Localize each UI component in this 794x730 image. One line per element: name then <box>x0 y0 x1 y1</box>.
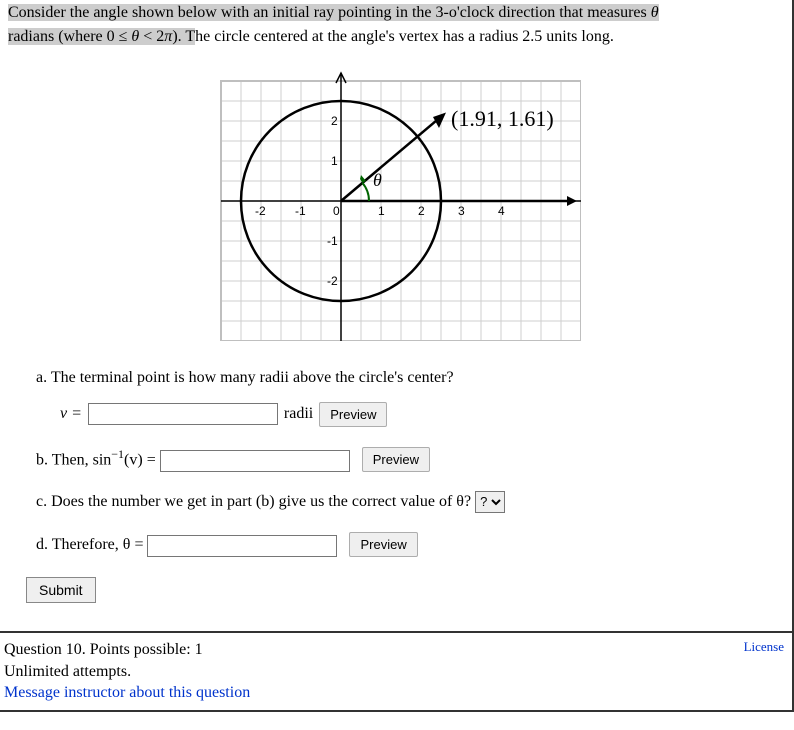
prompt-line-1: Consider the angle shown below with an i… <box>8 2 784 24</box>
y-tick: 2 <box>331 114 338 128</box>
question-footer: License Question 10. Points possible: 1 … <box>0 631 794 712</box>
license-link[interactable]: License <box>744 639 784 655</box>
part-d-text: d. Therefore, θ = <box>36 536 147 553</box>
preview-button-a[interactable]: Preview <box>319 402 387 427</box>
part-b-prefix: b. Then, sin <box>36 451 111 468</box>
x-tick: -2 <box>255 204 266 218</box>
prompt-highlight-1: Consider the angle shown below with an i… <box>8 4 659 21</box>
part-a-input[interactable] <box>88 403 278 425</box>
part-d-input[interactable] <box>147 535 337 557</box>
preview-button-d[interactable]: Preview <box>349 532 417 557</box>
x-tick: 4 <box>498 204 505 218</box>
angle-circle-diagram: θ (1.91, 1.61) -2 -1 0 1 2 3 4 -2 -1 1 2 <box>211 61 581 341</box>
footer-attempts: Unlimited attempts. <box>4 661 784 683</box>
terminal-ray-arrow <box>433 112 446 128</box>
part-a-text: a. The terminal point is how many radii … <box>36 369 454 386</box>
x-tick: 3 <box>458 204 465 218</box>
footer-points: Question 10. Points possible: 1 <box>4 639 784 661</box>
x-tick: 0 <box>333 204 340 218</box>
preview-button-b[interactable]: Preview <box>362 447 430 472</box>
inverse-exponent: −1 <box>111 447 124 461</box>
x-tick: -1 <box>295 204 306 218</box>
part-a: a. The terminal point is how many radii … <box>36 366 784 427</box>
part-c: c. Does the number we get in part (b) gi… <box>36 490 784 514</box>
part-c-text: c. Does the number we get in part (b) gi… <box>36 493 475 510</box>
message-instructor-link[interactable]: Message instructor about this question <box>4 684 250 701</box>
x-tick: 1 <box>378 204 385 218</box>
y-tick: -2 <box>327 274 338 288</box>
terminal-point-label: (1.91, 1.61) <box>451 106 554 131</box>
v-equals-label: v = <box>60 402 82 426</box>
x-tick: 2 <box>418 204 425 218</box>
submit-button[interactable]: Submit <box>26 577 96 603</box>
part-b: b. Then, sin−1(v) = Preview <box>36 445 784 472</box>
part-b-suffix: (v) = <box>124 451 160 468</box>
prompt-line-2: radians (where 0 ≤ θ < 2π). The circle c… <box>8 26 784 48</box>
y-tick: 1 <box>331 154 338 168</box>
y-tick: -1 <box>327 234 338 248</box>
prompt-highlight-2: radians (where 0 ≤ θ < 2π). T <box>8 28 195 45</box>
part-c-select[interactable]: ? <box>475 491 505 513</box>
part-b-input[interactable] <box>160 450 350 472</box>
theta-label: θ <box>373 170 382 190</box>
diagram-container: θ (1.91, 1.61) -2 -1 0 1 2 3 4 -2 -1 1 2 <box>8 51 784 366</box>
radii-unit-label: radii <box>284 402 313 426</box>
part-d: d. Therefore, θ = Preview <box>36 532 784 557</box>
